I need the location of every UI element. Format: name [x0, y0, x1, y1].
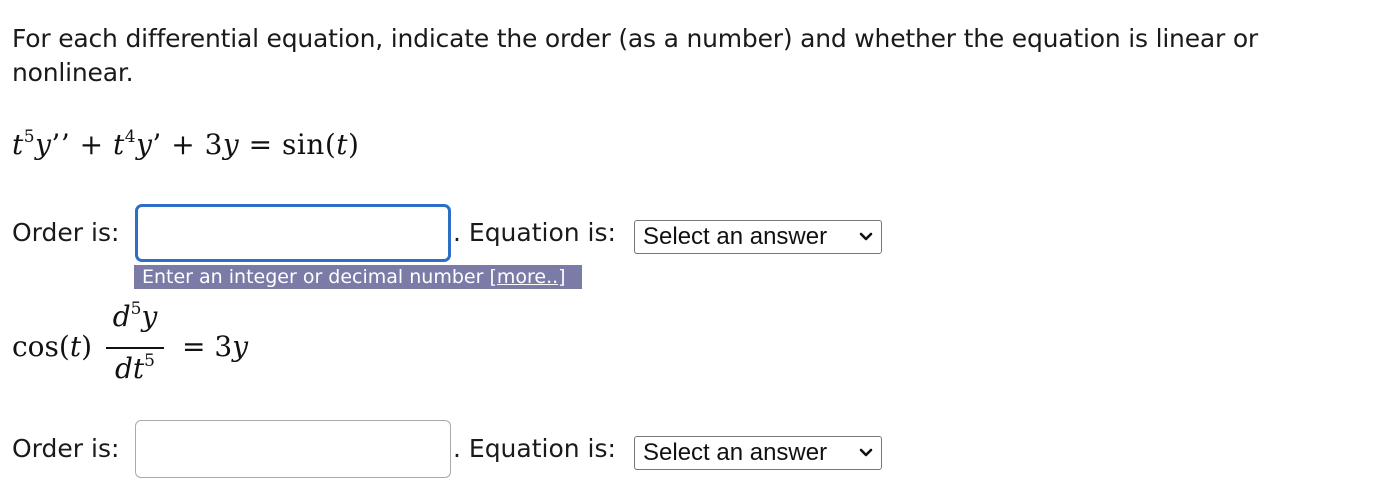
chevron-down-icon — [859, 232, 873, 241]
equation-label: . Equation is: — [453, 434, 616, 463]
linearity-select-2[interactable]: Select an answer — [634, 436, 882, 470]
input-hint: Enter an integer or decimal number [more… — [134, 265, 582, 289]
order-label: Order is: — [12, 434, 120, 463]
select-value: Select an answer — [643, 439, 828, 466]
hint-more-link[interactable]: [more..] — [489, 266, 565, 288]
equation-label: . Equation is: — [453, 218, 616, 247]
question-prompt: For each differential equation, indicate… — [12, 24, 1259, 87]
order-label: Order is: — [12, 218, 120, 247]
order-input-2[interactable] — [135, 420, 451, 478]
hint-text: Enter an integer or decimal number — [142, 266, 490, 288]
chevron-down-icon — [859, 448, 873, 457]
select-value: Select an answer — [643, 223, 828, 250]
equation-1: t5y’’ + t4y’ + 3y = sin(t) — [12, 127, 360, 161]
order-input-1[interactable] — [135, 204, 451, 262]
linearity-select-1[interactable]: Select an answer — [634, 220, 882, 254]
